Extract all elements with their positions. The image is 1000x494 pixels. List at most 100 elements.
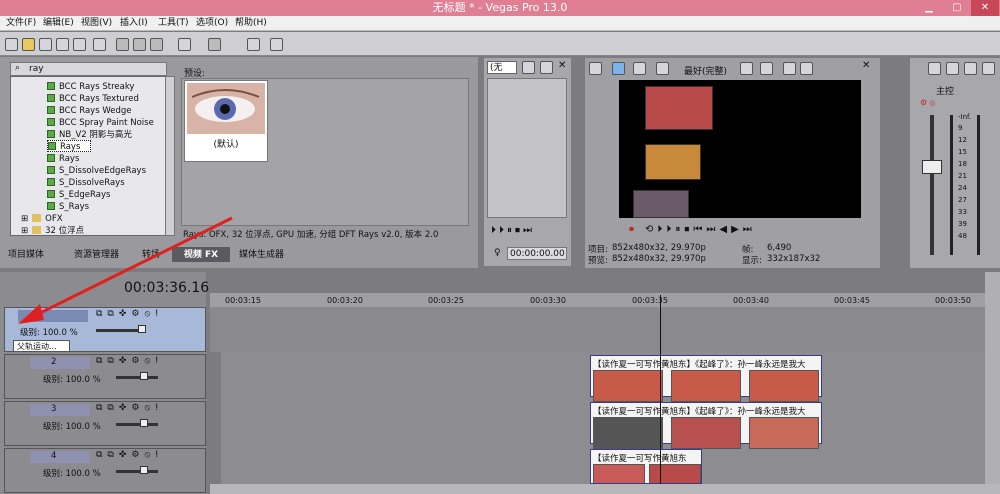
project-value: 852x480x32, 29.970p <box>612 243 706 253</box>
ruler-label: 00:03:35 <box>632 296 668 305</box>
trimmer-pin-icon[interactable] <box>540 61 553 74</box>
track-4-fader-knob[interactable] <box>140 466 148 474</box>
menu-options[interactable]: 选项(O) <box>196 16 228 31</box>
preview-transport[interactable]: ⟲⏵⏵⏸⏹⏮⏭◀▶⏭ <box>645 224 756 235</box>
preview-fx-icon[interactable] <box>633 62 646 75</box>
clip-thumb <box>671 370 741 402</box>
meter-right <box>977 115 980 255</box>
external-monitor-icon[interactable] <box>612 62 625 75</box>
track-2-fader[interactable] <box>116 376 158 379</box>
trimmer-time: 00:00:00.00 <box>507 247 567 260</box>
tree-item[interactable]: S_DissolveRays <box>47 177 125 189</box>
track-4-name[interactable] <box>30 451 90 463</box>
track-4-controls[interactable]: ⧉⧉✜⚙⦸ⵑ <box>96 450 163 460</box>
tree-item-selected[interactable]: Rays <box>47 140 91 152</box>
trimmer-marker-icon: ♀ <box>494 248 501 258</box>
track-1-lane[interactable] <box>210 307 985 352</box>
tree-item[interactable]: BCC Rays Wedge <box>47 105 132 117</box>
ruler-label: 00:03:40 <box>733 296 769 305</box>
record-icon[interactable]: ⏺ <box>629 224 634 235</box>
trimmer-display <box>487 78 567 218</box>
mixer-close-icon[interactable] <box>982 62 995 75</box>
overlays-icon[interactable] <box>740 62 753 75</box>
preview-quality-select[interactable]: 最好(完整) <box>684 64 727 77</box>
track-3-controls[interactable]: ⧉⧉✜⚙⦸ⵑ <box>96 403 163 413</box>
clip-title: 【读作夏一可写作黄旭东 <box>593 454 687 464</box>
track-4-level: 级别: 100.0 % <box>43 469 101 479</box>
menu-tools[interactable]: 工具(T) <box>158 16 189 31</box>
menu-file[interactable]: 文件(F) <box>6 16 36 31</box>
video-frame-3 <box>633 190 689 218</box>
copy-snapshot-icon[interactable] <box>783 62 796 75</box>
annotation-arrow <box>18 216 233 324</box>
clip-title: 【读作夏一可写作黄旭东】《起峰了》：孙一峰永远是我大 <box>593 360 806 370</box>
minimize-button[interactable]: ▁ <box>915 0 943 16</box>
tree-item[interactable]: BCC Rays Streaky <box>47 81 134 93</box>
menu-view[interactable]: 视图(V) <box>81 16 112 31</box>
paste-icon[interactable] <box>150 38 163 51</box>
track-2-fader-knob[interactable] <box>140 372 148 380</box>
tree-item[interactable]: S_DissolveEdgeRays <box>47 165 146 177</box>
new-file-icon[interactable] <box>5 38 18 51</box>
meter-tick: 15 <box>958 148 967 156</box>
vertical-scrollbar[interactable] <box>985 272 1000 484</box>
render-icon[interactable] <box>73 38 86 51</box>
maximize-button[interactable]: ▢ <box>943 0 971 16</box>
preview-properties-icon[interactable] <box>589 62 602 75</box>
mixer-fx-icon[interactable]: ⚙ ⦸ <box>920 98 935 108</box>
close-button[interactable]: ✕ <box>971 0 999 16</box>
save-snapshot-icon[interactable] <box>800 62 813 75</box>
clip-track-4[interactable]: 【读作夏一可写作黄旭东 <box>590 449 702 484</box>
mixer-downmix-icon[interactable] <box>946 62 959 75</box>
mixer-dim-icon[interactable] <box>964 62 977 75</box>
track-4-fader[interactable] <box>116 470 158 473</box>
clip-track-3[interactable]: 【读作夏一可写作黄旭东】《起峰了》：孙一峰永远是我大 <box>590 402 822 449</box>
redo-icon[interactable] <box>208 38 221 51</box>
preset-default-label: (默认) <box>213 140 239 150</box>
trimmer-transport[interactable]: ⏵⏵⏸⏹⏭ <box>491 225 535 236</box>
save-icon[interactable] <box>39 38 52 51</box>
track-2-controls[interactable]: ⧉⧉✜⚙⦸ⵑ <box>96 356 163 366</box>
master-fader-track <box>930 115 934 255</box>
master-fader-handle[interactable] <box>922 160 942 174</box>
clip-title: 【读作夏一可写作黄旭东】《起峰了》：孙一峰永远是我大 <box>593 407 806 417</box>
window-title: 无标题 * - Vegas Pro 13.0 <box>432 1 568 14</box>
properties-icon[interactable] <box>93 38 106 51</box>
tree-item[interactable]: Rays <box>47 153 79 165</box>
mixer-properties-icon[interactable] <box>928 62 941 75</box>
enable-snapping-icon[interactable] <box>247 38 260 51</box>
undo-icon[interactable] <box>178 38 191 51</box>
search-input[interactable]: ⌕ ray <box>10 62 167 76</box>
tree-item[interactable]: BCC Rays Textured <box>47 93 139 105</box>
menu-insert[interactable]: 插入(I) <box>120 16 148 31</box>
search-value: ray <box>29 64 44 74</box>
clip-thumb <box>671 417 741 449</box>
trimmer-close-icon[interactable]: ✕ <box>558 60 566 71</box>
preview-close-icon[interactable]: ✕ <box>862 60 870 71</box>
grid-icon[interactable] <box>760 62 773 75</box>
track-4-number: 4 <box>51 451 57 461</box>
playhead-cursor[interactable] <box>660 295 661 494</box>
track-3-fader-knob[interactable] <box>140 419 148 427</box>
tab-media-generators[interactable]: 媒体生成器 <box>239 248 284 262</box>
save-as-icon[interactable] <box>56 38 69 51</box>
track-3-fader[interactable] <box>116 423 158 426</box>
menu-help[interactable]: 帮助(H) <box>235 16 267 31</box>
video-frame-2 <box>645 144 701 180</box>
trimmer-dropdown[interactable]: (无 <box>487 61 517 74</box>
track-3-name[interactable] <box>30 404 90 416</box>
preview-label: 预览: <box>588 256 608 266</box>
menu-edit[interactable]: 编辑(E) <box>43 16 74 31</box>
copy-icon[interactable] <box>133 38 146 51</box>
horizontal-scrollbar[interactable] <box>210 484 1000 494</box>
split-screen-icon[interactable] <box>656 62 669 75</box>
tree-item[interactable]: BCC Spray Paint Noise <box>47 117 154 129</box>
open-folder-icon[interactable] <box>22 38 35 51</box>
clip-thumb <box>593 370 663 402</box>
trimmer-edit-icon[interactable] <box>522 61 535 74</box>
track-2-name[interactable] <box>30 357 90 369</box>
clip-track-2[interactable]: 【读作夏一可写作黄旭东】《起峰了》：孙一峰永远是我大 <box>590 355 822 402</box>
clip-thumb <box>649 464 701 483</box>
normal-edit-tool-icon[interactable] <box>270 38 283 51</box>
cut-icon[interactable] <box>116 38 129 51</box>
